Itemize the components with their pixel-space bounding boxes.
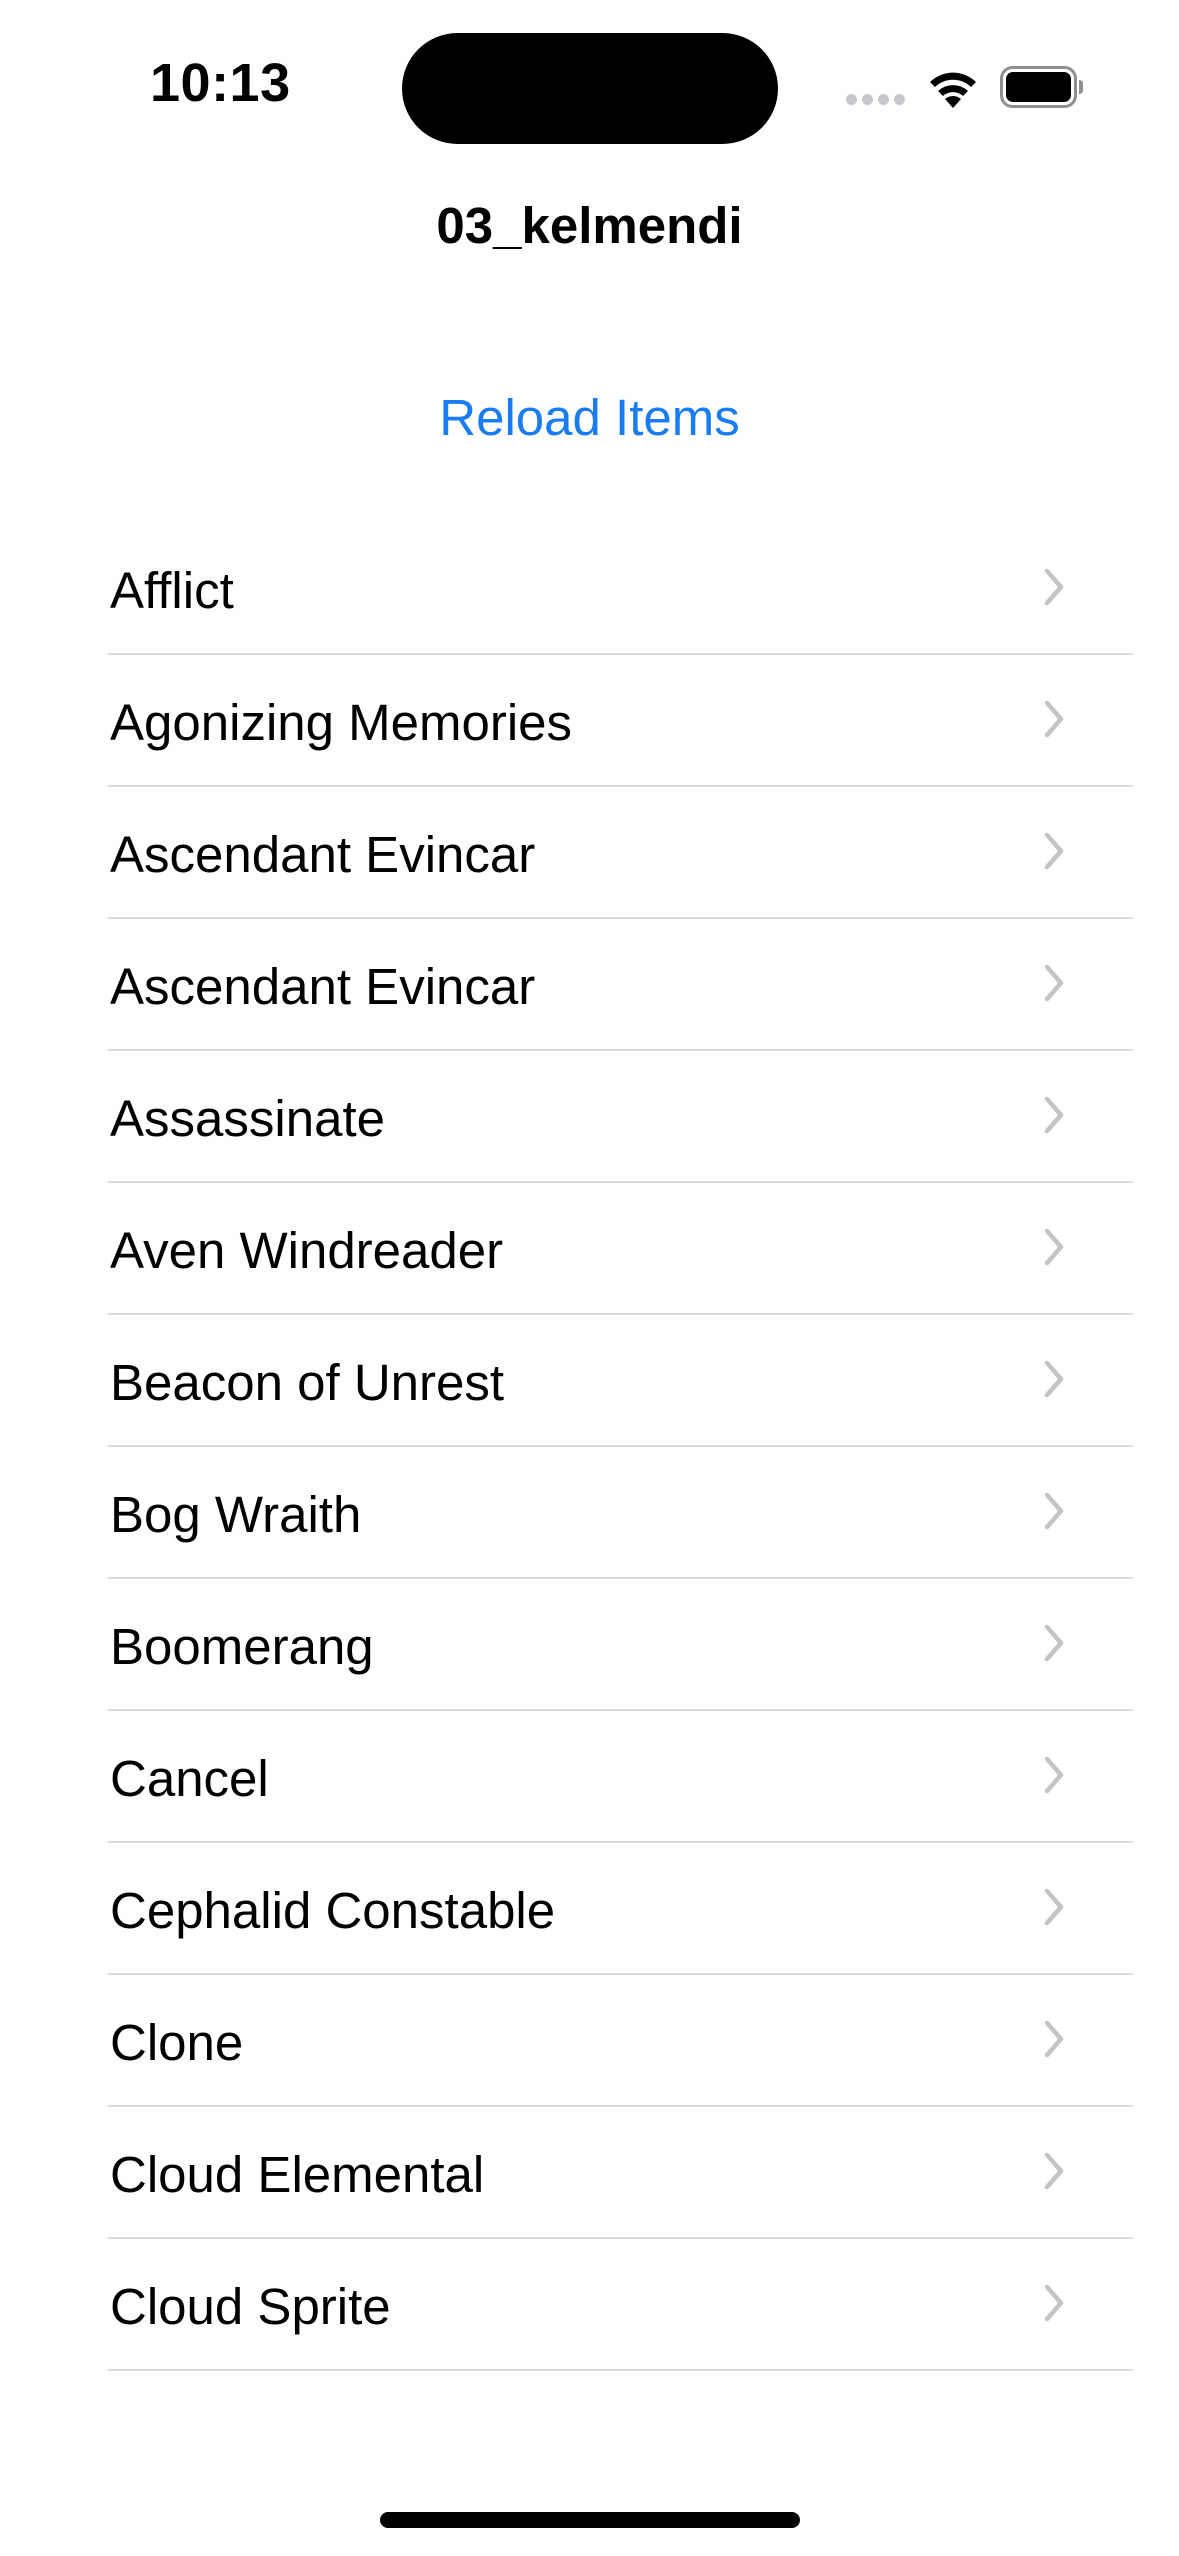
chevron-right-icon [1044, 2152, 1064, 2190]
list-item[interactable]: Cloud Elemental [108, 2107, 1133, 2239]
list-item[interactable]: Assassinate [108, 1051, 1133, 1183]
list-item[interactable]: Cancel [108, 1711, 1133, 1843]
list-item-label: Clone [110, 2014, 244, 2071]
items-list: Afflict Agonizing Memories Ascendant Evinc… [108, 523, 1133, 2371]
list-item[interactable]: Cloud Sprite [108, 2239, 1133, 2371]
list-item-label: Agonizing Memories [110, 694, 573, 751]
list-item-label: Boomerang [110, 1618, 374, 1675]
chevron-right-icon [1044, 1360, 1064, 1398]
status-bar: 10:13 [0, 0, 1179, 180]
wifi-icon [930, 72, 976, 108]
list-item[interactable]: Afflict [108, 523, 1133, 655]
chevron-right-icon [1044, 1888, 1064, 1926]
chevron-right-icon [1044, 700, 1064, 738]
list-item[interactable]: Ascendant Evincar [108, 919, 1133, 1051]
page-title: 03_kelmendi [436, 197, 743, 254]
list-item-label: Cancel [110, 1750, 269, 1807]
chevron-right-icon [1044, 1492, 1064, 1530]
chevron-right-icon [1044, 1228, 1064, 1266]
chevron-right-icon [1044, 2020, 1064, 2058]
chevron-right-icon [1044, 568, 1064, 606]
list-item[interactable]: Aven Windreader [108, 1183, 1133, 1315]
chevron-right-icon [1044, 1756, 1064, 1794]
list-item[interactable]: Beacon of Unrest [108, 1315, 1133, 1447]
chevron-right-icon [1044, 832, 1064, 870]
chevron-right-icon [1044, 1624, 1064, 1662]
list-item-label: Cloud Sprite [110, 2278, 391, 2335]
list-item-label: Ascendant Evincar [110, 958, 536, 1015]
list-item-label: Cephalid Constable [110, 1882, 556, 1939]
list-item[interactable]: Boomerang [108, 1579, 1133, 1711]
battery-icon [1000, 66, 1083, 108]
list-item-label: Aven Windreader [110, 1222, 504, 1279]
list-item-label: Ascendant Evincar [110, 826, 536, 883]
list-item-label: Assassinate [110, 1090, 385, 1147]
list-item-label: Bog Wraith [110, 1486, 362, 1543]
list-item[interactable]: Cephalid Constable [108, 1843, 1133, 1975]
list-item-label: Cloud Elemental [110, 2146, 485, 2203]
list-item[interactable]: Clone [108, 1975, 1133, 2107]
status-time: 10:13 [150, 53, 291, 113]
chevron-right-icon [1044, 964, 1064, 1002]
list-item[interactable]: Agonizing Memories [108, 655, 1133, 787]
list-item[interactable]: Ascendant Evincar [108, 787, 1133, 919]
home-indicator[interactable] [380, 2512, 800, 2528]
chevron-right-icon [1044, 2284, 1064, 2322]
chevron-right-icon [1044, 1096, 1064, 1134]
reload-items-button[interactable]: Reload Items [0, 388, 1179, 447]
cellular-signal-icon [846, 94, 906, 106]
list-item-label: Afflict [110, 562, 234, 619]
list-item-label: Beacon of Unrest [110, 1354, 505, 1411]
dynamic-island [402, 33, 778, 144]
list-item[interactable]: Bog Wraith [108, 1447, 1133, 1579]
